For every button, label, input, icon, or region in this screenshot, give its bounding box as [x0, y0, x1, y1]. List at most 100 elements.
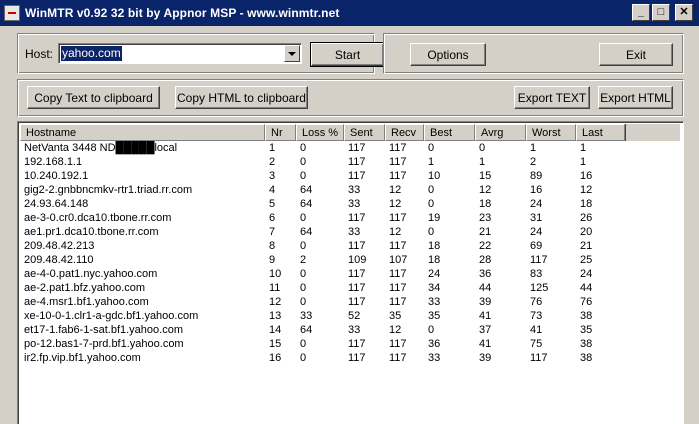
cell-avrg: 0 — [479, 142, 486, 154]
cell-nr: 11 — [269, 282, 281, 294]
cell-loss: 0 — [300, 282, 307, 294]
table-row[interactable]: 24.93.64.148 5 64 33 12 0 18 24 18 — [20, 197, 680, 211]
cell-best: 34 — [428, 282, 441, 294]
cell-nr: 6 — [269, 212, 276, 224]
close-icon: ✕ — [679, 6, 689, 18]
cell-last: 12 — [580, 184, 593, 196]
cell-recv: 117 — [389, 142, 407, 154]
table-row[interactable]: ae-2.pat1.bfz.yahoo.com 11 0 117 117 34 44 125 4… — [20, 281, 680, 295]
host-combobox[interactable]: yahoo.com — [58, 43, 302, 64]
table-row[interactable]: ir2.fp.vip.bf1.yahoo.com 16 0 117 117 33 39 117… — [20, 351, 680, 365]
cell-hostname: ae1.pr1.dca10.tbone.rr.com — [24, 226, 159, 238]
results-listview[interactable]: Hostname Nr Loss % Sent Recv Best Avrg W… — [17, 121, 684, 424]
cell-sent: 52 — [348, 310, 361, 322]
table-row[interactable]: po-12.bas1-7-prd.bf1.yahoo.com 15 0 117 117 3… — [20, 337, 680, 351]
host-dropdown-button[interactable] — [284, 45, 300, 62]
table-row[interactable]: 209.48.42.110 9 2 109 107 18 28 117 25 — [20, 253, 680, 267]
cell-loss: 64 — [300, 198, 313, 210]
table-row[interactable]: et17-1.fab6-1-sat.bf1.yahoo.com 14 64 33 12 0… — [20, 323, 680, 337]
cell-worst: 117 — [530, 352, 548, 364]
cell-sent: 117 — [348, 212, 366, 224]
cell-worst: 69 — [530, 240, 543, 252]
cell-loss: 64 — [300, 324, 313, 336]
close-button[interactable]: ✕ — [675, 4, 693, 21]
cell-recv: 117 — [389, 240, 407, 252]
column-header-hostname[interactable]: Hostname — [20, 124, 265, 141]
cell-last: 26 — [580, 212, 593, 224]
list-rows: NetVanta 3448 ND█████local 1 0 117 117 0 0 1 1 19… — [20, 141, 680, 365]
host-label: Host: — [25, 47, 54, 61]
winmtr-window: WinMTR v0.92 32 bit by Appnor MSP - www.… — [0, 0, 699, 424]
cell-best: 1 — [428, 156, 435, 168]
cell-recv: 117 — [389, 296, 407, 308]
column-header-loss[interactable]: Loss % — [296, 124, 344, 141]
cell-sent: 117 — [348, 170, 366, 182]
export-html-button[interactable]: Export HTML — [598, 86, 673, 109]
export-text-button[interactable]: Export TEXT — [514, 86, 590, 109]
cell-sent: 33 — [348, 198, 361, 210]
options-button[interactable]: Options — [410, 43, 486, 66]
cell-avrg: 28 — [479, 254, 492, 266]
column-header-avrg[interactable]: Avrg — [475, 124, 526, 141]
cell-recv: 12 — [389, 324, 402, 336]
cell-recv: 117 — [389, 170, 407, 182]
cell-hostname: xe-10-0-1.clr1-a-gdc.bf1.yahoo.com — [24, 310, 199, 322]
table-row[interactable]: ae-3-0.cr0.dca10.tbone.rr.com 6 0 117 117 19 2… — [20, 211, 680, 225]
maximize-button[interactable]: □ — [652, 4, 670, 21]
cell-best: 36 — [428, 338, 441, 350]
column-header-best[interactable]: Best — [424, 124, 475, 141]
table-row[interactable]: 209.48.42.213 8 0 117 117 18 22 69 21 — [20, 239, 680, 253]
cell-best: 0 — [428, 226, 435, 238]
cell-loss: 0 — [300, 142, 307, 154]
cell-hostname: po-12.bas1-7-prd.bf1.yahoo.com — [24, 338, 184, 350]
table-row[interactable]: gig2-2.gnbbncmkv-rtr1.triad.rr.com 4 64 33 1… — [20, 183, 680, 197]
cell-sent: 33 — [348, 226, 361, 238]
cell-sent: 33 — [348, 324, 361, 336]
start-button[interactable]: Start — [310, 42, 385, 67]
cell-hostname: 192.168.1.1 — [24, 156, 83, 168]
cell-sent: 117 — [348, 296, 366, 308]
cell-worst: 1 — [530, 142, 537, 154]
cell-best: 33 — [428, 296, 441, 308]
copy-html-button[interactable]: Copy HTML to clipboard — [175, 86, 308, 109]
cell-worst: 24 — [530, 198, 543, 210]
minimize-button[interactable]: _ — [632, 4, 650, 21]
column-header-worst[interactable]: Worst — [526, 124, 576, 141]
chevron-down-icon — [288, 51, 296, 56]
copy-text-button[interactable]: Copy Text to clipboard — [27, 86, 160, 109]
cell-nr: 8 — [269, 240, 276, 252]
table-row[interactable]: ae-4-0.pat1.nyc.yahoo.com 10 0 117 117 24 36 83… — [20, 267, 680, 281]
table-row[interactable]: ae-4.msr1.bf1.yahoo.com 12 0 117 117 33 39 76 76 — [20, 295, 680, 309]
cell-nr: 7 — [269, 226, 276, 238]
title-bar[interactable]: WinMTR v0.92 32 bit by Appnor MSP - www.… — [0, 0, 699, 26]
column-header-last[interactable]: Last — [576, 124, 625, 141]
cell-worst: 83 — [530, 268, 543, 280]
cell-hostname: 209.48.42.110 — [24, 254, 94, 266]
cell-loss: 64 — [300, 184, 313, 196]
cell-nr: 5 — [269, 198, 276, 210]
column-header-sent[interactable]: Sent — [344, 124, 385, 141]
column-header-nr[interactable]: Nr — [265, 124, 296, 141]
list-header: Hostname Nr Loss % Sent Recv Best Avrg W… — [20, 124, 680, 141]
table-row[interactable]: ae1.pr1.dca10.tbone.rr.com 7 64 33 12 0 21 24 20 — [20, 225, 680, 239]
cell-loss: 0 — [300, 170, 307, 182]
cell-sent: 117 — [348, 268, 366, 280]
cell-hostname: gig2-2.gnbbncmkv-rtr1.triad.rr.com — [24, 184, 193, 196]
table-row[interactable]: 10.240.192.1 3 0 117 117 10 15 89 16 — [20, 169, 680, 183]
column-header-recv[interactable]: Recv — [385, 124, 424, 141]
cell-sent: 109 — [348, 254, 367, 266]
host-input[interactable]: yahoo.com — [61, 46, 122, 61]
cell-avrg: 15 — [479, 170, 492, 182]
cell-last: 16 — [580, 170, 593, 182]
cell-worst: 41 — [530, 324, 543, 336]
cell-best: 19 — [428, 212, 441, 224]
cell-nr: 3 — [269, 170, 276, 182]
cell-nr: 10 — [269, 268, 282, 280]
table-row[interactable]: xe-10-0-1.clr1-a-gdc.bf1.yahoo.com 13 33 52… — [20, 309, 680, 323]
cell-hostname: 24.93.64.148 — [24, 198, 89, 210]
exit-button[interactable]: Exit — [599, 43, 673, 66]
cell-sent: 117 — [348, 282, 366, 294]
table-row[interactable]: NetVanta 3448 ND█████local 1 0 117 117 0 0 1 1 — [20, 141, 680, 155]
cell-avrg: 18 — [479, 198, 492, 210]
table-row[interactable]: 192.168.1.1 2 0 117 117 1 1 2 1 — [20, 155, 680, 169]
